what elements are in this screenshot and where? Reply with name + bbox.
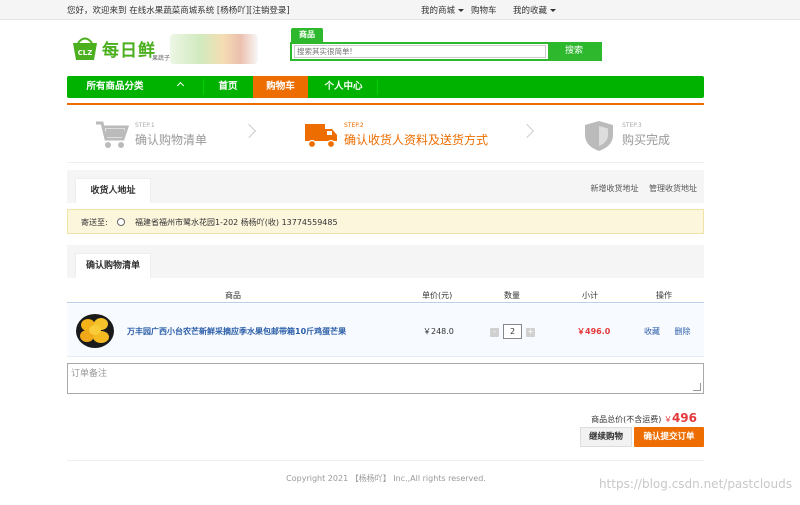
address-row: 寄送至: 福建省福州市鹭水花园1-202 杨杨吖(收) 13774559485 <box>67 209 704 234</box>
table-row: 万丰园广西小台农芒新鲜采摘应季水果包邮带箱10斤鸡蛋芒果 ￥248.0 - 2 … <box>67 304 704 357</box>
remark-placeholder: 订单备注 <box>71 369 108 379</box>
total-currency: ￥ <box>663 415 672 424</box>
favorites-label: 我的收藏 <box>513 6 548 16</box>
add-address-link[interactable]: 新增收货地址 <box>590 184 638 193</box>
username-end: ] <box>286 6 290 16</box>
search-tab-goods[interactable]: 商品 <box>291 28 323 42</box>
search-input[interactable] <box>294 45 546 58</box>
checkout-steps: STEP.1 确认购物清单 STEP.2 确认收货人资料及送货方式 STEP.3… <box>67 108 704 163</box>
resize-grip-icon[interactable] <box>693 383 701 391</box>
cart-table-header: 商品 单价(元) 数量 小计 操作 <box>67 287 704 303</box>
cart-panel-header: 确认购物清单 <box>67 245 704 278</box>
my-mall-label: 我的商城 <box>421 6 456 16</box>
caret-down-icon <box>550 9 557 12</box>
product-name-link[interactable]: 万丰园广西小台农芒新鲜采摘应季水果包邮带箱10斤鸡蛋芒果 <box>127 326 346 337</box>
nav-user-center[interactable]: 个人中心 <box>311 76 376 98</box>
logo-basket-icon: CLZ <box>73 37 97 60</box>
tab-address[interactable]: 收货人地址 <box>75 178 151 203</box>
site-logo[interactable]: CLZ 每日鲜 果蔬子 <box>70 30 270 70</box>
column-header: 操作 <box>656 291 672 300</box>
nav-cart[interactable]: 购物车 <box>253 76 308 98</box>
submit-order-button[interactable]: 确认提交订单 <box>634 427 704 447</box>
qty-decrease-button[interactable]: - <box>490 328 499 337</box>
nav-all-categories[interactable]: 所有商品分类 <box>67 76 202 98</box>
logo-badge: CLZ <box>78 49 93 57</box>
top-bar: 您好，欢迎来到 在线水果蔬菜商城系统 [杨杨吖][注销登录] 我的商城 购物车 … <box>0 0 800 20</box>
username: [杨杨吖][ <box>216 6 253 16</box>
footer-divider <box>67 460 704 461</box>
column-header: 小计 <box>582 291 598 300</box>
order-total: 商品总价(不含运费) ￥496 <box>591 411 697 425</box>
logo-produce-image <box>170 34 258 64</box>
tab-cart-list[interactable]: 确认购物清单 <box>75 253 151 278</box>
step-1-label: STEP.1 <box>135 122 155 129</box>
total-label: 商品总价(不含运费) <box>591 415 662 424</box>
column-header: 单价(元) <box>422 291 453 300</box>
step-3: STEP.3 购买完成 <box>582 120 702 152</box>
column-header: 数量 <box>504 291 520 300</box>
favorites-menu[interactable]: 我的收藏 <box>513 4 557 16</box>
quantity-input[interactable]: 2 <box>503 324 522 339</box>
shield-icon <box>585 121 613 151</box>
nav-underline <box>67 103 704 105</box>
step-1-title: 确认购物清单 <box>135 133 208 147</box>
step-2-label: STEP.2 <box>344 122 364 129</box>
address-radio[interactable] <box>117 218 125 226</box>
unit-price: ￥248.0 <box>423 327 454 336</box>
continue-shopping-button[interactable]: 继续购物 <box>580 427 632 447</box>
delete-link[interactable]: 删除 <box>675 327 691 336</box>
ship-to-label: 寄送至: <box>81 218 108 227</box>
favorite-link[interactable]: 收藏 <box>644 327 660 336</box>
chevron-up-icon <box>176 81 184 90</box>
address-text: 福建省福州市鹭水花园1-202 杨杨吖(收) 13774559485 <box>135 218 338 227</box>
step-3-title: 购买完成 <box>622 133 671 147</box>
welcome-text: 您好，欢迎来到 在线水果蔬菜商城系统 <box>67 6 215 16</box>
nav-separator <box>377 79 378 95</box>
logo-brand: 每日鲜 <box>102 41 156 61</box>
cart-icon <box>96 121 129 148</box>
caret-down-icon <box>458 9 465 12</box>
address-panel-header: 收货人地址 新增收货地址 管理收货地址 <box>67 170 704 203</box>
row-subtotal: ￥496.0 <box>577 327 611 336</box>
logout-link[interactable]: 注销登录 <box>252 6 286 16</box>
step-2-title: 确认收货人资料及送货方式 <box>344 133 489 147</box>
nav-home[interactable]: 首页 <box>204 76 252 98</box>
product-image[interactable] <box>75 311 115 349</box>
row-actions: 收藏 删除 <box>644 326 703 337</box>
address-links: 新增收货地址 管理收货地址 <box>582 183 697 194</box>
search-button[interactable]: 搜索 <box>548 44 600 59</box>
nav-all-categories-label: 所有商品分类 <box>86 81 144 92</box>
order-remark-textarea[interactable]: 订单备注 <box>67 363 704 394</box>
welcome-message: 您好，欢迎来到 在线水果蔬菜商城系统 [杨杨吖][注销登录] <box>67 4 290 16</box>
truck-icon <box>305 124 337 149</box>
my-mall-menu[interactable]: 我的商城 <box>421 4 465 16</box>
main-nav: 所有商品分类 首页 购物车 个人中心 <box>67 76 704 98</box>
search-box: 搜索 <box>290 42 602 61</box>
total-amount: 496 <box>671 411 697 425</box>
top-cart-link[interactable]: 购物车 <box>471 4 497 16</box>
manage-address-link[interactable]: 管理收货地址 <box>649 184 697 193</box>
qty-increase-button[interactable]: + <box>526 328 535 337</box>
step-3-label: STEP.3 <box>622 122 642 129</box>
watermark-text: https://blog.csdn.net/pastclouds <box>598 477 792 491</box>
column-header: 商品 <box>225 291 241 300</box>
logo-sub: 果蔬子 <box>152 55 171 62</box>
